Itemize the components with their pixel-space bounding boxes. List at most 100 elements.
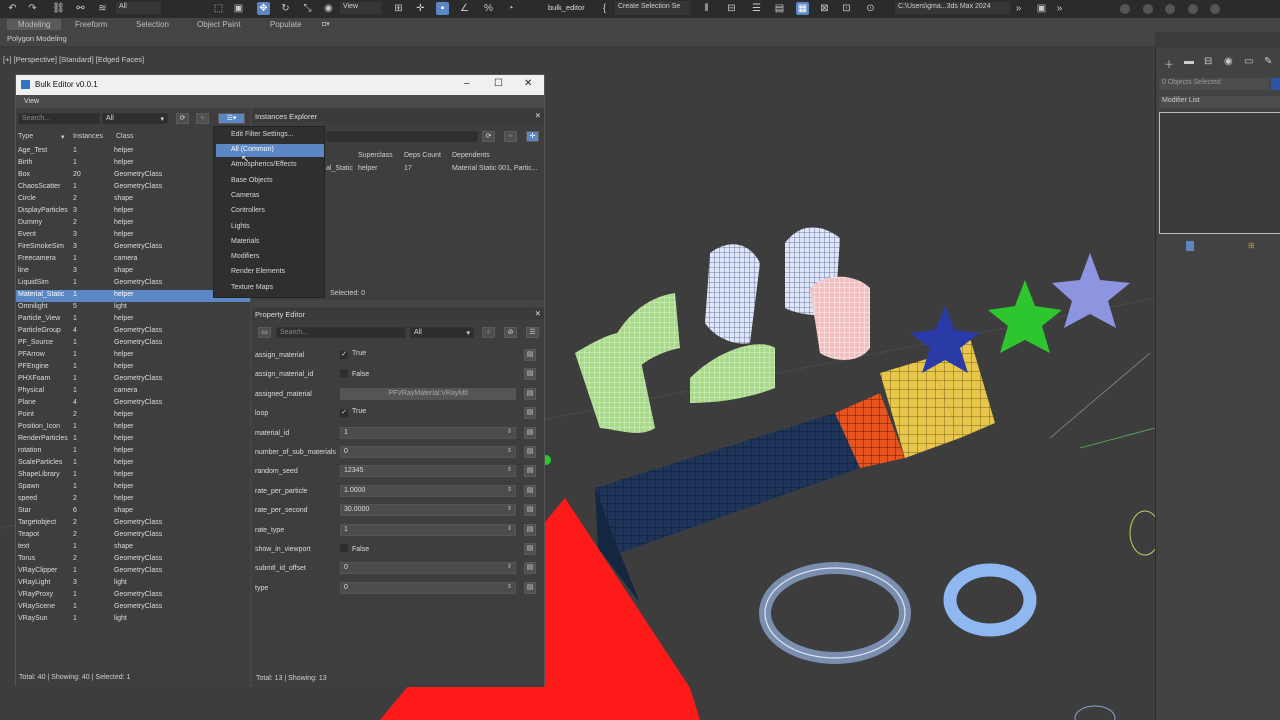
table-row[interactable]: al_Static helper 17 Material Static 001,… — [326, 164, 544, 176]
property-edit-button[interactable]: ▤ — [524, 446, 536, 458]
col-class[interactable]: Class — [116, 133, 134, 140]
link-icon[interactable]: ⛓ — [52, 2, 65, 15]
select-icon[interactable]: ⬚ — [212, 2, 225, 15]
expand-icon[interactable]: ⁘ — [482, 327, 495, 338]
modifier-list-dropdown[interactable]: Modifier List — [1159, 96, 1280, 108]
list-item[interactable]: Star 6 shape — [16, 506, 250, 518]
configure-icon[interactable]: ⊞ — [1248, 241, 1255, 250]
project-path[interactable]: C:\Users\gma...3ds Max 2024 — [895, 2, 1010, 14]
list-item[interactable]: Position_Icon 1 helper — [16, 422, 250, 434]
reference-coord[interactable]: View — [340, 2, 382, 14]
sort-arrow-icon[interactable]: ▾ — [61, 133, 65, 141]
list-item[interactable]: Plane 4 GeometryClass — [16, 398, 250, 410]
property-edit-button[interactable]: ▤ — [524, 426, 536, 439]
window-dot-icon[interactable] — [1165, 4, 1175, 14]
angle-snap-icon[interactable]: ∠ — [458, 2, 471, 15]
ribbon-options-icon[interactable]: ◘▾ — [322, 20, 330, 28]
select-all-icon[interactable]: ▭ — [258, 327, 271, 338]
list-item[interactable]: PFEngine 1 helper — [16, 362, 250, 374]
rotate-icon[interactable]: ↻ — [279, 2, 292, 15]
redo-icon[interactable]: ↷ — [26, 2, 39, 15]
list-item[interactable]: VRayProxy 1 GeometryClass — [16, 590, 250, 602]
layer-icon[interactable]: ☰ — [750, 2, 763, 15]
hierarchy-icon[interactable]: ⊟ — [1204, 56, 1212, 67]
list-item[interactable]: speed 2 helper — [16, 494, 250, 506]
panel-close-icon[interactable]: ✕ — [535, 309, 541, 318]
type-filter-dropdown[interactable]: All ▾ — [102, 113, 168, 124]
list-item[interactable]: Spawn 1 helper — [16, 482, 250, 494]
window-dot-icon[interactable] — [1120, 4, 1130, 14]
property-value-field[interactable]: 1 ⇕ — [340, 523, 516, 536]
spinner-arrows-icon[interactable]: ⇕ — [507, 486, 512, 493]
list-item[interactable]: ShapeLibrary 1 helper — [16, 470, 250, 482]
list-item[interactable]: VRayClipper 1 GeometryClass — [16, 566, 250, 578]
property-edit-button[interactable]: ▤ — [524, 387, 536, 400]
list-item[interactable]: ParticleGroup 4 GeometryClass — [16, 326, 250, 338]
property-checkbox[interactable]: False — [340, 544, 369, 553]
property-edit-button[interactable]: ▤ — [524, 465, 536, 478]
window-titlebar[interactable]: Bulk Editor v0.0.1 – ☐ ✕ — [16, 75, 544, 95]
spinner-arrows-icon[interactable]: ⇕ — [507, 447, 512, 454]
utilities-icon[interactable]: ✎ — [1264, 56, 1272, 67]
checkbox-empty-icon[interactable] — [340, 369, 348, 378]
property-value-field[interactable]: 0 ⇕ — [340, 446, 516, 458]
objects-selected-field[interactable]: 0 Objects Selected — [1159, 78, 1269, 90]
motion-icon[interactable]: ◉ — [1224, 56, 1233, 67]
property-value-field[interactable]: 0 ⇕ — [340, 562, 516, 575]
mirror-icon[interactable]: ⫴ — [700, 2, 713, 15]
list-item[interactable]: RenderParticles 1 helper — [16, 434, 250, 446]
window-dot-icon[interactable] — [1210, 4, 1220, 14]
col-dependents[interactable]: Dependents — [452, 152, 490, 159]
spinner-arrows-icon[interactable]: ⇕ — [507, 525, 512, 532]
snap-icon[interactable]: ▪ — [436, 2, 449, 15]
tab-freeform[interactable]: Freeform — [75, 20, 107, 29]
property-edit-button[interactable]: ▤ — [524, 407, 536, 420]
filter-menu-item[interactable]: Base Objects — [216, 175, 324, 188]
edit-named-sel-icon[interactable]: { — [598, 2, 611, 15]
property-value-field[interactable]: 12345 ⇕ — [340, 465, 516, 478]
list-item[interactable]: PFArrow 1 helper — [16, 350, 250, 362]
tab-selection[interactable]: Selection — [136, 20, 169, 29]
col-type[interactable]: Type — [18, 133, 33, 140]
property-checkbox[interactable]: False — [340, 369, 369, 378]
checkmark-icon[interactable]: ✓ — [340, 351, 348, 359]
spinner-arrows-icon[interactable]: ⇕ — [507, 428, 512, 435]
expand-icon[interactable]: ⁘ — [196, 113, 209, 124]
spinner-arrows-icon[interactable]: ⇕ — [507, 466, 512, 473]
refresh-icon[interactable]: ⟳ — [482, 131, 495, 142]
list-item[interactable]: text 1 shape — [16, 542, 250, 554]
move-icon[interactable]: ✥ — [257, 2, 270, 15]
property-value-field[interactable]: PFVRayMaterial:VRayMtl — [340, 387, 516, 400]
filter-menu-item[interactable]: Controllers — [216, 205, 324, 218]
clear-filter-icon[interactable]: ⊘ — [504, 327, 517, 338]
property-checkbox[interactable]: ✓ True — [340, 408, 366, 418]
named-selection[interactable]: bulk_editor — [548, 3, 585, 12]
selection-filter[interactable]: All — [116, 2, 161, 14]
type-search-input[interactable]: Search... — [18, 113, 100, 124]
unlink-icon[interactable]: ⚯ — [74, 2, 87, 15]
select-region-icon[interactable]: ▣ — [232, 2, 245, 15]
display-icon[interactable]: ▭ — [1244, 56, 1253, 67]
filter-menu-item[interactable]: Cameras — [216, 190, 324, 203]
window-dot-icon[interactable] — [1143, 4, 1153, 14]
align-icon[interactable]: ⊟ — [725, 2, 738, 15]
property-edit-button[interactable]: ▤ — [524, 562, 536, 575]
list-item[interactable]: Targetobject 2 GeometryClass — [16, 518, 250, 530]
property-value-field[interactable]: 30.0000 ⇕ — [340, 504, 516, 517]
property-edit-button[interactable]: ▤ — [524, 581, 536, 594]
instances-search-input[interactable] — [326, 131, 478, 142]
undo-icon[interactable]: ↶ — [6, 2, 19, 15]
property-edit-button[interactable]: ▤ — [524, 543, 536, 555]
filter-menu-item[interactable]: Render Elements — [216, 266, 324, 279]
scale-icon[interactable]: ⤡ — [301, 2, 314, 15]
menu-view[interactable]: View — [24, 98, 39, 105]
list-item[interactable]: VRayLight 3 light — [16, 578, 250, 590]
expand-icon[interactable]: ⁘ — [504, 131, 517, 142]
filter-menu-button[interactable]: ☰▾ — [218, 113, 245, 124]
create-selection-set[interactable]: Create Selection Se — [615, 1, 690, 15]
list-menu-icon[interactable]: ☰ — [526, 327, 539, 338]
modify-icon[interactable]: ▬ — [1184, 56, 1194, 67]
refresh-icon[interactable]: ⟳ — [176, 113, 189, 124]
filter-menu-item[interactable]: Edit Filter Settings... — [216, 129, 324, 142]
spinner-arrows-icon[interactable]: ⇕ — [507, 583, 512, 590]
